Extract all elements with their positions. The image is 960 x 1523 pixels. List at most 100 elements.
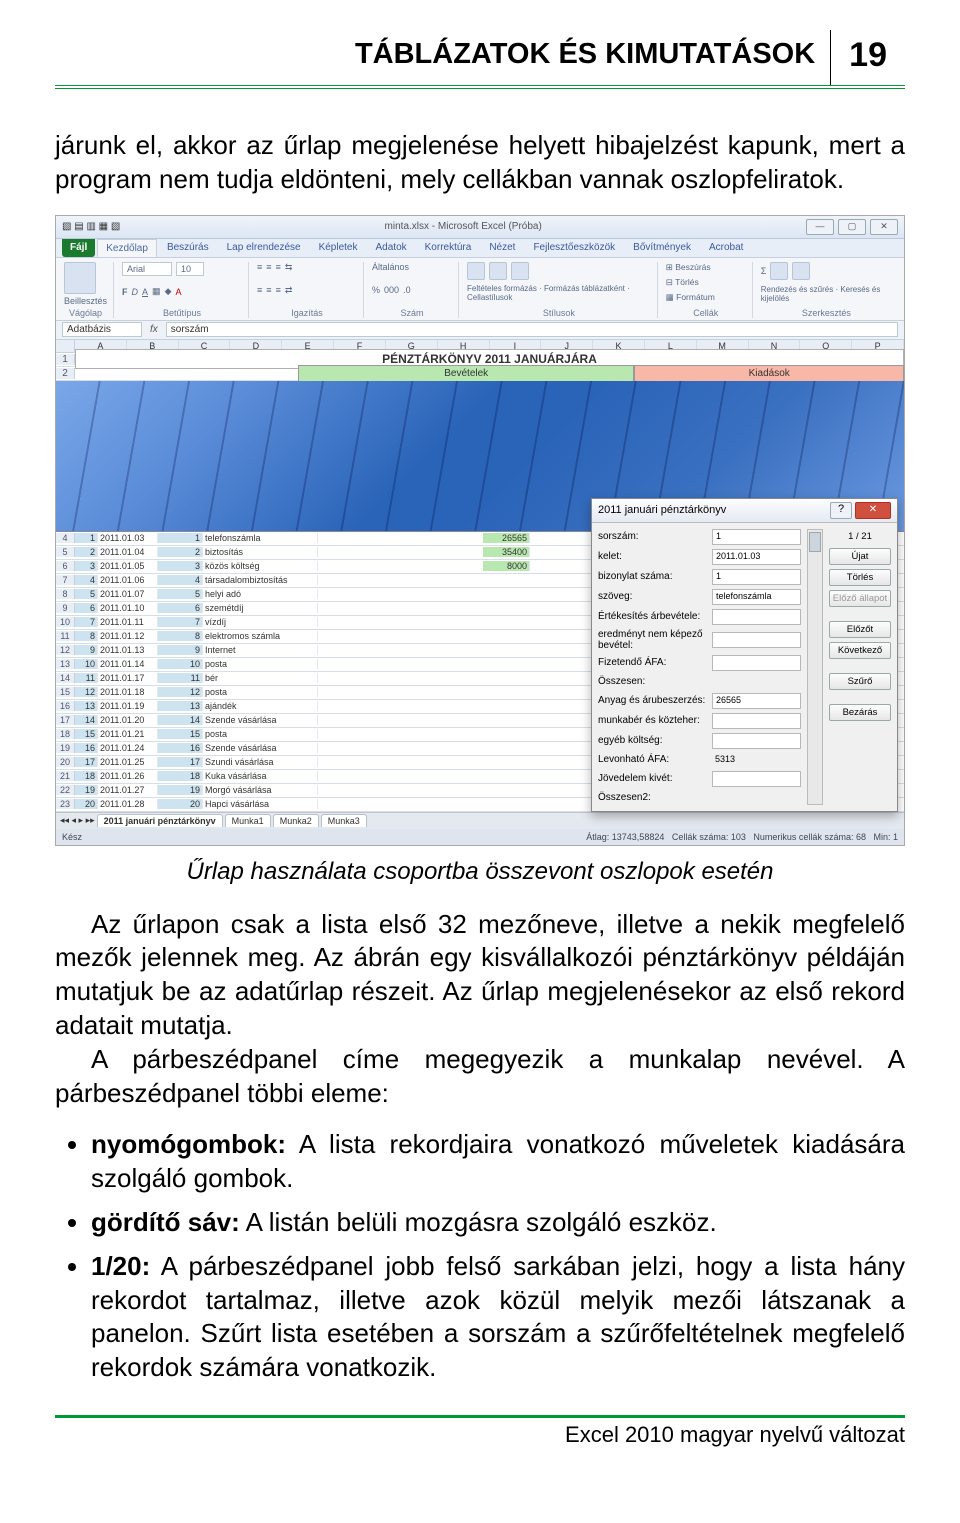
list-item: gördítő sáv: A listán belüli mozgásra sz… bbox=[91, 1206, 905, 1240]
sheet-tabs-bar: ◂◂ ◂ ▸ ▸▸ 2011 januári pénztárkönyv Munk… bbox=[56, 812, 904, 829]
fx-icon[interactable]: fx bbox=[142, 324, 166, 335]
restore-button[interactable]: Előző állapot bbox=[829, 590, 891, 607]
form-field-value[interactable]: telefonszámla bbox=[712, 589, 801, 605]
close-window-button[interactable]: ✕ bbox=[870, 219, 898, 235]
find-icon[interactable] bbox=[792, 262, 810, 280]
ribbon-tab[interactable]: Korrektúra bbox=[417, 239, 480, 257]
sort-icon[interactable] bbox=[770, 262, 788, 280]
ribbon-tab[interactable]: Fejlesztőeszközök bbox=[525, 239, 623, 257]
sheet-tab[interactable]: Munka3 bbox=[321, 814, 367, 827]
form-field-label: Fizetendő ÁFA: bbox=[598, 657, 708, 668]
table-format-icon[interactable] bbox=[489, 262, 507, 280]
font-color-icon[interactable]: A bbox=[175, 287, 181, 297]
cond-format-icon[interactable] bbox=[467, 262, 485, 280]
sheet-tab[interactable]: 2011 januári pénztárkönyv bbox=[97, 814, 223, 827]
sheet-tab[interactable]: Munka1 bbox=[225, 814, 271, 827]
form-field-value[interactable] bbox=[712, 733, 801, 749]
ribbon-tab[interactable]: Bővítmények bbox=[625, 239, 699, 257]
dialog-title: 2011 januári pénztárkönyv bbox=[598, 504, 726, 516]
qat: ▧ ▤ ▥ ▦ ▧ bbox=[62, 221, 120, 232]
bullet-list: nyomógombok: A lista rekordjaira vonatko… bbox=[55, 1128, 905, 1385]
form-field-value[interactable]: 1 bbox=[712, 529, 801, 545]
body-paragraph-2: A párbeszédpanel címe megegyezik a munka… bbox=[55, 1043, 905, 1111]
sheet-tab[interactable]: Munka2 bbox=[273, 814, 319, 827]
form-field-value[interactable]: 26565 bbox=[712, 693, 801, 709]
ribbon-tab[interactable]: Adatok bbox=[368, 239, 415, 257]
formula-input[interactable]: sorszám bbox=[166, 322, 898, 337]
next-button[interactable]: Következő bbox=[829, 642, 891, 659]
form-field-label: Levonható ÁFA: bbox=[598, 754, 708, 765]
data-form-dialog: 2011 januári pénztárkönyv ? ✕ sorszám:1k… bbox=[591, 498, 898, 812]
ribbon-tabs: Fájl Kezdőlap Beszúrás Lap elrendezése K… bbox=[56, 239, 904, 258]
form-field: Összesen2: bbox=[598, 791, 801, 805]
fill-icon[interactable]: ◆ bbox=[165, 286, 172, 297]
form-field-value[interactable] bbox=[712, 713, 801, 729]
ribbon-tab[interactable]: Képletek bbox=[311, 239, 366, 257]
form-field-value[interactable] bbox=[712, 609, 801, 625]
ribbon-tab[interactable]: Nézet bbox=[481, 239, 523, 257]
file-tab[interactable]: Fájl bbox=[62, 239, 95, 257]
form-field-value[interactable] bbox=[712, 771, 801, 787]
band-bevetel: Bevételek bbox=[298, 365, 634, 382]
align-group: Igazítás bbox=[257, 308, 357, 318]
bold-icon[interactable]: F bbox=[122, 287, 128, 297]
italic-icon[interactable]: D bbox=[132, 287, 139, 297]
form-field-value[interactable]: 2011.01.03 bbox=[712, 549, 801, 565]
worksheet: A B C D E F G H I J K L M N O P 1PÉNZTÁR… bbox=[56, 340, 904, 812]
cell-style-icon[interactable] bbox=[511, 262, 529, 280]
form-field-value bbox=[712, 675, 801, 689]
ribbon-tab[interactable]: Acrobat bbox=[701, 239, 751, 257]
form-field-label: Összesen2: bbox=[598, 792, 708, 803]
form-field-value[interactable]: 1 bbox=[712, 569, 801, 585]
help-button[interactable]: ? bbox=[830, 502, 852, 519]
paste-label: Beillesztés bbox=[64, 296, 107, 306]
sheet-nav-icon[interactable]: ◂◂ ◂ ▸ ▸▸ bbox=[60, 815, 95, 826]
delete-button[interactable]: Törlés bbox=[829, 569, 891, 586]
close-form-button[interactable]: Bezárás bbox=[829, 704, 891, 721]
underline-icon[interactable]: A bbox=[142, 287, 148, 297]
form-field-label: Jövedelem kivét: bbox=[598, 773, 708, 784]
form-field-value: 5313 bbox=[712, 753, 801, 767]
bullet-text: A párbeszédpanel jobb felső sarkában jel… bbox=[91, 1251, 905, 1382]
page-header: TÁBLÁZATOK ÉS KIMUTATÁSOK 19 bbox=[55, 30, 905, 89]
prev-button[interactable]: Előzőt bbox=[829, 621, 891, 638]
bullet-label: gördítő sáv: bbox=[91, 1207, 240, 1237]
form-field: bizonylat száma:1 bbox=[598, 569, 801, 585]
ribbon-tab[interactable]: Beszúrás bbox=[159, 239, 217, 257]
name-box[interactable]: Adatbázis bbox=[62, 322, 142, 337]
ribbon-tab[interactable]: Lap elrendezése bbox=[219, 239, 309, 257]
intro-paragraph: járunk el, akkor az űrlap megjelenése he… bbox=[55, 129, 905, 197]
maximize-button[interactable]: ▢ bbox=[838, 219, 866, 235]
bullet-label: 1/20: bbox=[91, 1251, 150, 1281]
font-name[interactable]: Arial bbox=[122, 262, 172, 276]
form-scrollbar[interactable] bbox=[807, 529, 823, 805]
form-field-value[interactable] bbox=[712, 632, 801, 648]
font-size[interactable]: 10 bbox=[176, 262, 204, 276]
font-group: Betűtípus bbox=[122, 308, 242, 318]
form-field-label: Anyag és árubeszerzés: bbox=[598, 695, 708, 706]
form-field: eredményt nem képező bevétel: bbox=[598, 629, 801, 651]
clipboard-group: Vágólap bbox=[64, 308, 107, 318]
border-icon[interactable]: ▦ bbox=[152, 286, 161, 297]
form-field: szöveg:telefonszámla bbox=[598, 589, 801, 605]
form-field-label: Összesen: bbox=[598, 676, 708, 687]
close-dialog-button[interactable]: ✕ bbox=[855, 502, 891, 519]
form-field: Levonható ÁFA: 5313 bbox=[598, 753, 801, 767]
bullet-label: nyomógombok: bbox=[91, 1129, 286, 1159]
number-format[interactable]: Általános bbox=[372, 262, 452, 272]
band-kiadas: Kiadások bbox=[634, 365, 904, 382]
ribbon-body: Beillesztés Vágólap Arial 10 F D A ▦ ◆ A… bbox=[56, 258, 904, 321]
formula-bar: Adatbázis fx sorszám bbox=[56, 321, 904, 340]
window-titlebar: ▧ ▤ ▥ ▦ ▧ minta.xlsx - Microsoft Excel (… bbox=[56, 216, 904, 239]
form-field-value[interactable] bbox=[712, 655, 801, 671]
excel-screenshot: ▧ ▤ ▥ ▦ ▧ minta.xlsx - Microsoft Excel (… bbox=[55, 215, 905, 846]
page-footer: Excel 2010 magyar nyelvű változat bbox=[55, 1415, 905, 1448]
filter-button[interactable]: Szűrő bbox=[829, 673, 891, 690]
paste-icon[interactable] bbox=[64, 262, 96, 294]
ribbon-tab[interactable]: Kezdőlap bbox=[97, 239, 157, 257]
new-button[interactable]: Újat bbox=[829, 548, 891, 565]
minimize-button[interactable]: — bbox=[806, 219, 834, 235]
number-group: Szám bbox=[372, 308, 452, 318]
page-number: 19 bbox=[830, 30, 905, 85]
status-ready: Kész bbox=[62, 832, 82, 842]
